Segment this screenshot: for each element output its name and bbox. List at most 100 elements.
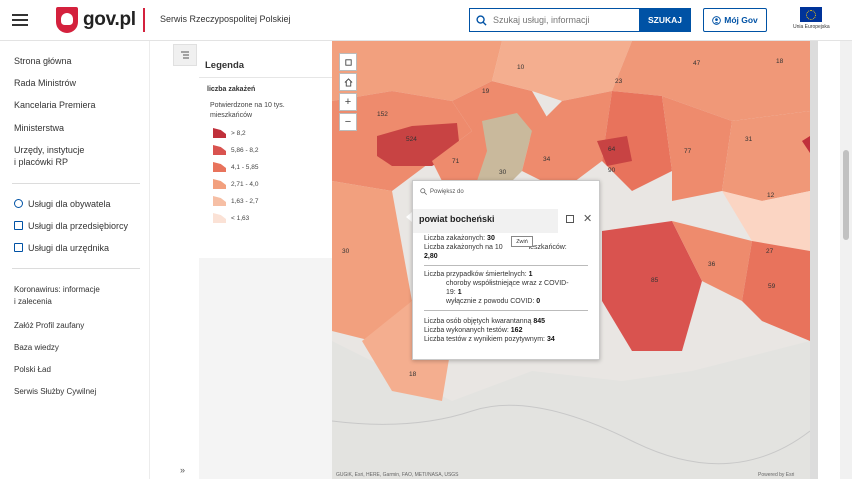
popup-close-icon[interactable]: ✕	[583, 212, 592, 225]
legend-layer-name: liczba zakażeń	[207, 86, 256, 93]
top-bar: gov.pl Serwis Rzeczypospolitej Polskiej …	[0, 0, 852, 41]
popup-infected: Liczba zakażonych: 30	[424, 234, 495, 243]
sidebar-item-offices-line2: i placówki RP	[14, 157, 69, 167]
map-label: 47	[693, 60, 701, 67]
sidebar-item-offices-line1: Urzędy, instytucje	[14, 145, 85, 155]
sidebar-item-business[interactable]: Usługi dla przedsiębiorcy	[14, 220, 128, 232]
popup-per10k-tail: ieszkańców:	[528, 244, 567, 251]
sidebar-link-polski-lad[interactable]: Polski Ład	[14, 364, 51, 376]
map-label: 10	[517, 64, 525, 71]
home-button[interactable]	[339, 73, 357, 91]
service-name: Serwis Rzeczypospolitej Polskiej	[160, 14, 291, 24]
popup-comorbid: choroby współistniejące wraz z COVID-	[446, 280, 569, 287]
sidebar-item-official[interactable]: Usługi dla urzędnika	[14, 242, 109, 254]
legend-class-item: 4,1 - 5,85	[213, 162, 258, 172]
legend-class-item: > 8,2	[213, 128, 246, 138]
map-edge	[810, 41, 818, 479]
legend-class-label: 1,63 - 2,7	[231, 197, 259, 205]
popup-quarantine-value: 845	[533, 318, 546, 325]
sidebar-divider	[12, 268, 140, 269]
legend-class-item: 5,86 - 8,2	[213, 145, 258, 155]
legend-divider	[199, 77, 332, 78]
page-scrollbar[interactable]	[840, 41, 852, 479]
sidebar-link-civil-service[interactable]: Serwis Służby Cywilnej	[14, 386, 96, 398]
popup-positive-value: 34	[546, 336, 555, 343]
map-label: 77	[684, 148, 692, 155]
zoom-out-button[interactable]: −	[339, 113, 357, 131]
search-field[interactable]	[469, 8, 639, 32]
popup-per10k-value-row: 2,80	[424, 252, 438, 261]
legend-toggle-button[interactable]	[173, 44, 197, 66]
popup-quarantine: Liczba osób objętych kwarantanną 845	[424, 317, 545, 326]
map-label: 30	[342, 248, 350, 255]
powered-by-esri[interactable]: Powered by Esri	[758, 472, 794, 478]
search-input[interactable]	[493, 15, 633, 25]
sidebar-link-covid-line2: i zalecenia	[14, 297, 52, 306]
district[interactable]	[722, 111, 810, 201]
legend-swatch	[213, 145, 226, 155]
menu-icon[interactable]	[12, 14, 28, 26]
popup-positive-label: Liczba testów z wynikiem pozytywnym:	[424, 336, 545, 343]
user-icon	[712, 15, 722, 25]
id-card-icon	[14, 243, 23, 252]
sidebar-link-knowledge[interactable]: Baza wiedzy	[14, 342, 59, 354]
popup-tests: Liczba wykonanych testów: 162	[424, 326, 522, 335]
legend-class-label: 5,86 - 8,2	[231, 146, 259, 154]
sidebar-link-covid-line1: Koronawirus: informacje	[14, 285, 100, 294]
popup-tests-label: Liczba wykonanych testów:	[424, 327, 509, 334]
map-label: 64	[608, 146, 616, 153]
map-label: 23	[615, 78, 623, 85]
map-label: 12	[767, 192, 775, 199]
popup-per10k-label: Liczba zakażonych na 10	[424, 244, 503, 251]
search-button[interactable]: SZUKAJ	[639, 8, 691, 32]
login-button[interactable]: Mój Gov	[703, 8, 767, 32]
popup-positive-tests: Liczba testów z wynikiem pozytywnym: 34	[424, 335, 555, 344]
map-controls: + −	[339, 53, 357, 133]
sidebar-item-offices[interactable]: Urzędy, instytucje i placówki RP	[14, 144, 84, 168]
eagle-icon	[56, 7, 78, 33]
map-label: 152	[377, 111, 388, 118]
popup-covid-only-value: 0	[536, 298, 541, 305]
map-info-button[interactable]	[339, 53, 357, 71]
map-label: 18	[409, 371, 417, 378]
popup-deaths-label: Liczba przypadków śmiertelnych:	[424, 271, 527, 278]
popup-deaths-value: 1	[528, 271, 533, 278]
sidebar-link-covid[interactable]: Koronawirus: informacje i zalecenia	[14, 284, 100, 308]
gov-logo[interactable]: gov.pl	[56, 7, 136, 33]
popup-infected-label: Liczba zakażonych:	[424, 235, 486, 242]
legend-swatch	[213, 128, 226, 138]
eu-logo: Unia Europejska	[793, 7, 830, 30]
map-label: 71	[452, 158, 460, 165]
popup-zoom-to[interactable]: Powiększ do	[420, 188, 464, 195]
map-label: 19	[482, 88, 490, 95]
popup-comorbid-count: 19: 1	[446, 288, 462, 297]
briefcase-icon	[14, 221, 23, 230]
scrollbar-thumb[interactable]	[843, 150, 849, 240]
map-label: 90	[608, 167, 616, 174]
legend-title: Legenda	[205, 60, 245, 71]
sidebar-item-citizen[interactable]: Usługi dla obywatela	[14, 198, 111, 210]
zoom-in-button[interactable]: +	[339, 93, 357, 111]
legend-class-label: 4,1 - 5,85	[231, 163, 259, 171]
sidebar-item-chancellery[interactable]: Kancelaria Premiera	[14, 99, 96, 111]
popup-comorbid-label: 19:	[446, 289, 456, 296]
popup-per10k-value: 2,80	[424, 253, 438, 260]
eu-label: Unia Europejska	[793, 24, 830, 30]
search-bar: SZUKAJ	[469, 8, 691, 32]
sidebar-item-council[interactable]: Rada Ministrów	[14, 77, 76, 89]
sidebar-item-ministries[interactable]: Ministerstwa	[14, 122, 64, 134]
legend-class-label: < 1,63	[231, 214, 250, 222]
sidebar-item-business-label: Usługi dla przedsiębiorcy	[28, 221, 129, 231]
legend-class-label: 2,71 - 4,0	[231, 180, 259, 188]
collapse-sidebar-button[interactable]: »	[180, 465, 185, 475]
map-label: 31	[745, 136, 753, 143]
popup-covid-only: wyłącznie z powodu COVID: 0	[446, 297, 540, 306]
map-label: 27	[766, 248, 774, 255]
sidebar-link-profile[interactable]: Załóż Profil zaufany	[14, 320, 84, 332]
popup-maximize-icon[interactable]	[566, 215, 574, 223]
map-label: 34	[543, 156, 551, 163]
popup-divider	[424, 265, 588, 266]
sidebar-item-home[interactable]: Strona główna	[14, 55, 72, 67]
map-attribution: GUGiK, Esri, HERE, Garmin, FAO, METI/NAS…	[336, 472, 459, 478]
popup-infected-per-10k: Liczba zakażonych na 10 ieszkańców:	[424, 243, 567, 252]
